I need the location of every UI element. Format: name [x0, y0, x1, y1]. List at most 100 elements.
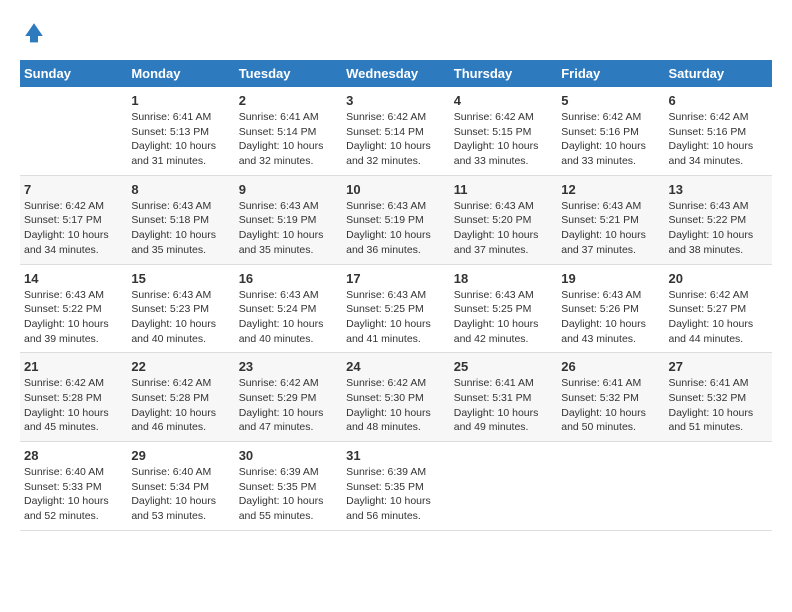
- calendar-cell: 7 Sunrise: 6:42 AMSunset: 5:17 PMDaylight…: [20, 175, 127, 264]
- day-info: Sunrise: 6:41 AMSunset: 5:32 PMDaylight:…: [669, 376, 769, 435]
- day-info: Sunrise: 6:43 AMSunset: 5:25 PMDaylight:…: [454, 288, 553, 347]
- day-number: 14: [24, 271, 123, 286]
- day-number: 8: [131, 182, 230, 197]
- day-info: Sunrise: 6:39 AMSunset: 5:35 PMDaylight:…: [239, 465, 338, 524]
- header-monday: Monday: [127, 60, 234, 87]
- day-number: 2: [239, 93, 338, 108]
- day-info: Sunrise: 6:42 AMSunset: 5:27 PMDaylight:…: [669, 288, 769, 347]
- calendar-header-row: SundayMondayTuesdayWednesdayThursdayFrid…: [20, 60, 772, 87]
- header-tuesday: Tuesday: [235, 60, 342, 87]
- calendar-cell: 8 Sunrise: 6:43 AMSunset: 5:18 PMDaylight…: [127, 175, 234, 264]
- day-number: 10: [346, 182, 446, 197]
- calendar-cell: 31Sunrise: 6:39 AMSunset: 5:35 PMDayligh…: [342, 442, 450, 531]
- day-number: 20: [669, 271, 769, 286]
- day-info: Sunrise: 6:42 AMSunset: 5:14 PMDaylight:…: [346, 110, 446, 169]
- calendar-cell: 29 Sunrise: 6:40 AMSunset: 5:34 PMDayligh…: [127, 442, 234, 531]
- header-sunday: Sunday: [20, 60, 127, 87]
- calendar-cell: [20, 87, 127, 175]
- day-info: Sunrise: 6:42 AMSunset: 5:29 PMDaylight:…: [239, 376, 338, 435]
- header-friday: Friday: [557, 60, 664, 87]
- day-number: 19: [561, 271, 660, 286]
- logo: [20, 20, 46, 44]
- calendar-cell: 5Sunrise: 6:42 AMSunset: 5:16 PMDaylight…: [557, 87, 664, 175]
- day-number: 27: [669, 359, 769, 374]
- day-number: 9: [239, 182, 338, 197]
- day-info: Sunrise: 6:42 AMSunset: 5:15 PMDaylight:…: [454, 110, 553, 169]
- calendar-cell: 22 Sunrise: 6:42 AMSunset: 5:28 PMDayligh…: [127, 353, 234, 442]
- day-info: Sunrise: 6:43 AMSunset: 5:19 PMDaylight:…: [239, 199, 338, 258]
- day-number: 6: [669, 93, 769, 108]
- day-number: 4: [454, 93, 553, 108]
- day-number: 24: [346, 359, 446, 374]
- day-number: 28: [24, 448, 123, 463]
- calendar-cell: 1Sunrise: 6:41 AMSunset: 5:13 PMDaylight…: [127, 87, 234, 175]
- day-info: Sunrise: 6:42 AMSunset: 5:28 PMDaylight:…: [131, 376, 230, 435]
- calendar-cell: 15 Sunrise: 6:43 AMSunset: 5:23 PMDayligh…: [127, 264, 234, 353]
- calendar-cell: 2Sunrise: 6:41 AMSunset: 5:14 PMDaylight…: [235, 87, 342, 175]
- calendar-cell: 19Sunrise: 6:43 AMSunset: 5:26 PMDayligh…: [557, 264, 664, 353]
- day-number: 26: [561, 359, 660, 374]
- day-info: Sunrise: 6:39 AMSunset: 5:35 PMDaylight:…: [346, 465, 446, 524]
- page-header: [20, 20, 772, 44]
- calendar-cell: 16 Sunrise: 6:43 AMSunset: 5:24 PMDayligh…: [235, 264, 342, 353]
- day-info: Sunrise: 6:43 AMSunset: 5:18 PMDaylight:…: [131, 199, 230, 258]
- calendar-cell: 12 Sunrise: 6:43 AMSunset: 5:21 PMDayligh…: [557, 175, 664, 264]
- day-number: 12: [561, 182, 660, 197]
- calendar-week-5: 28 Sunrise: 6:40 AMSunset: 5:33 PMDayligh…: [20, 442, 772, 531]
- header-wednesday: Wednesday: [342, 60, 450, 87]
- day-info: Sunrise: 6:40 AMSunset: 5:34 PMDaylight:…: [131, 465, 230, 524]
- calendar-cell: 14 Sunrise: 6:43 AMSunset: 5:22 PMDayligh…: [20, 264, 127, 353]
- day-info: Sunrise: 6:43 AMSunset: 5:22 PMDaylight:…: [24, 288, 123, 347]
- day-number: 5: [561, 93, 660, 108]
- day-number: 22: [131, 359, 230, 374]
- day-number: 17: [346, 271, 446, 286]
- day-number: 25: [454, 359, 553, 374]
- calendar-week-3: 14 Sunrise: 6:43 AMSunset: 5:22 PMDayligh…: [20, 264, 772, 353]
- calendar-cell: 4 Sunrise: 6:42 AMSunset: 5:15 PMDaylight…: [450, 87, 557, 175]
- calendar-cell: 18 Sunrise: 6:43 AMSunset: 5:25 PMDayligh…: [450, 264, 557, 353]
- header-saturday: Saturday: [665, 60, 773, 87]
- day-info: Sunrise: 6:41 AMSunset: 5:31 PMDaylight:…: [454, 376, 553, 435]
- day-info: Sunrise: 6:42 AMSunset: 5:17 PMDaylight:…: [24, 199, 123, 258]
- day-number: 16: [239, 271, 338, 286]
- calendar-week-1: 1Sunrise: 6:41 AMSunset: 5:13 PMDaylight…: [20, 87, 772, 175]
- day-number: 11: [454, 182, 553, 197]
- calendar-week-2: 7 Sunrise: 6:42 AMSunset: 5:17 PMDaylight…: [20, 175, 772, 264]
- calendar-table: SundayMondayTuesdayWednesdayThursdayFrid…: [20, 60, 772, 531]
- header-thursday: Thursday: [450, 60, 557, 87]
- day-number: 15: [131, 271, 230, 286]
- day-number: 7: [24, 182, 123, 197]
- calendar-cell: [450, 442, 557, 531]
- calendar-cell: 11Sunrise: 6:43 AMSunset: 5:20 PMDayligh…: [450, 175, 557, 264]
- day-info: Sunrise: 6:42 AMSunset: 5:28 PMDaylight:…: [24, 376, 123, 435]
- calendar-cell: 17Sunrise: 6:43 AMSunset: 5:25 PMDayligh…: [342, 264, 450, 353]
- logo-icon: [22, 20, 46, 44]
- day-number: 30: [239, 448, 338, 463]
- day-info: Sunrise: 6:41 AMSunset: 5:32 PMDaylight:…: [561, 376, 660, 435]
- calendar-cell: 25 Sunrise: 6:41 AMSunset: 5:31 PMDayligh…: [450, 353, 557, 442]
- day-number: 3: [346, 93, 446, 108]
- day-info: Sunrise: 6:42 AMSunset: 5:16 PMDaylight:…: [669, 110, 769, 169]
- calendar-cell: [557, 442, 664, 531]
- calendar-cell: 23 Sunrise: 6:42 AMSunset: 5:29 PMDayligh…: [235, 353, 342, 442]
- day-number: 21: [24, 359, 123, 374]
- calendar-cell: 20 Sunrise: 6:42 AMSunset: 5:27 PMDayligh…: [665, 264, 773, 353]
- calendar-cell: 26 Sunrise: 6:41 AMSunset: 5:32 PMDayligh…: [557, 353, 664, 442]
- day-number: 23: [239, 359, 338, 374]
- day-info: Sunrise: 6:43 AMSunset: 5:23 PMDaylight:…: [131, 288, 230, 347]
- calendar-cell: 21 Sunrise: 6:42 AMSunset: 5:28 PMDayligh…: [20, 353, 127, 442]
- calendar-cell: 27 Sunrise: 6:41 AMSunset: 5:32 PMDayligh…: [665, 353, 773, 442]
- day-info: Sunrise: 6:43 AMSunset: 5:24 PMDaylight:…: [239, 288, 338, 347]
- calendar-cell: 30 Sunrise: 6:39 AMSunset: 5:35 PMDayligh…: [235, 442, 342, 531]
- day-info: Sunrise: 6:40 AMSunset: 5:33 PMDaylight:…: [24, 465, 123, 524]
- day-number: 13: [669, 182, 769, 197]
- calendar-cell: 6 Sunrise: 6:42 AMSunset: 5:16 PMDaylight…: [665, 87, 773, 175]
- day-number: 18: [454, 271, 553, 286]
- day-number: 29: [131, 448, 230, 463]
- calendar-cell: 10Sunrise: 6:43 AMSunset: 5:19 PMDayligh…: [342, 175, 450, 264]
- day-info: Sunrise: 6:43 AMSunset: 5:21 PMDaylight:…: [561, 199, 660, 258]
- calendar-cell: 3 Sunrise: 6:42 AMSunset: 5:14 PMDaylight…: [342, 87, 450, 175]
- day-info: Sunrise: 6:42 AMSunset: 5:30 PMDaylight:…: [346, 376, 446, 435]
- day-number: 1: [131, 93, 230, 108]
- calendar-cell: 9 Sunrise: 6:43 AMSunset: 5:19 PMDaylight…: [235, 175, 342, 264]
